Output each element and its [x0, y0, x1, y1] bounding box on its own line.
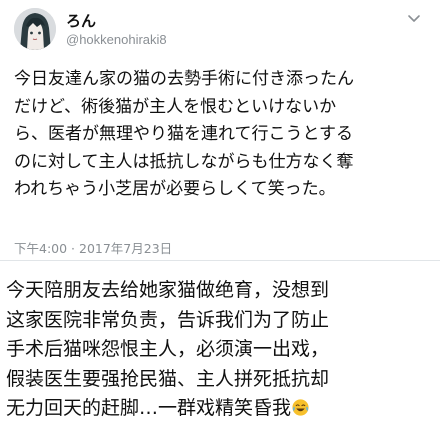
avatar-illustration-icon [14, 8, 56, 50]
tweet-text-line: ら、医者が無理やり猫を連れて行こうとする [14, 124, 353, 144]
caption-line: 手术后猫咪怨恨主人，必须演一出戏， [6, 338, 330, 360]
avatar[interactable] [14, 8, 56, 50]
caption-line-last: 无力回天的赶脚…一群戏精笑昏我 [6, 394, 436, 424]
caption-line: 假装医生要强抢民猫、主人拼死抵抗却 [6, 367, 330, 390]
caption-line: 今天陪朋友去给她家猫做绝育，没想到 [6, 279, 330, 301]
chevron-down-icon[interactable] [406, 10, 422, 26]
caption-line: 无力回天的赶脚…一群戏精笑昏我 [6, 397, 292, 419]
tweet-text-line: だけど、術後猫が主人を恨むといけないか [14, 96, 337, 117]
tweet-text: 今日友達ん家の猫の去勢手術に付き添ったん だけど、術後猫が主人を恨むといけないか… [14, 66, 426, 204]
tweet-text-line: われちゃう小芝居が必要らしくて笑った。 [14, 179, 336, 199]
tweet-timestamp[interactable]: 下午4:00 · 2017年7月23日 [14, 238, 172, 257]
author-handle[interactable]: @hokkenohiraki8 [66, 32, 167, 47]
laughing-tears-emoji [292, 399, 309, 416]
tweet-text-line: 今日友達ん家の猫の去勢手術に付き添ったん [14, 69, 354, 89]
author-display-name[interactable]: ろん [66, 10, 96, 31]
divider [0, 260, 440, 261]
caption-text: 今天陪朋友去给她家猫做绝育，没想到 这家医院非常负责，告诉我们为了防止 手术后猫… [6, 276, 436, 424]
caption-line: 这家医院非常负责，告诉我们为了防止 [6, 308, 330, 331]
tweet-text-line: のに対して主人は抵抗しながらも仕方なく奪 [14, 151, 354, 172]
